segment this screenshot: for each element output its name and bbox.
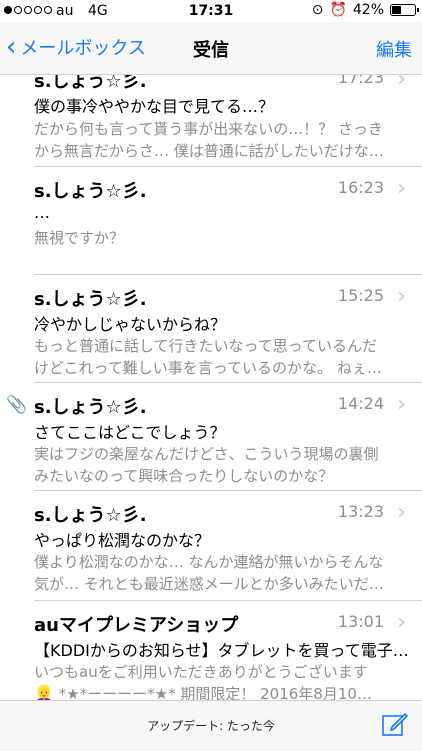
mail-subject: やっぱり松潤なのかな？ xyxy=(34,531,211,550)
mail-preview-line2: から無言だからさ… 僕は普通に話がしたいだけな… xyxy=(34,142,384,160)
mail-item[interactable]: s.しょう☆彡. 16:23 › … 無視ですか？ xyxy=(0,167,422,275)
mail-preview-line1: 実はフジの楽屋なんだけどさ、こういう現場の裏側 xyxy=(34,445,379,463)
chevron-right-icon: › xyxy=(397,392,406,417)
chevron-right-icon: › xyxy=(397,500,406,525)
chevron-right-icon: › xyxy=(397,610,406,635)
paperclip-icon: 📎 xyxy=(6,395,28,415)
emoji-icon: 👱‍♀️ xyxy=(34,684,54,700)
edit-button[interactable]: 編集 xyxy=(376,36,412,62)
bottom-toolbar: アップデート: たった今 xyxy=(0,700,422,751)
update-status: アップデート: たった今 xyxy=(147,719,275,733)
mail-preview-line1: だから何も言って貰う事が出来ないの…！？ さっき xyxy=(34,120,384,138)
mail-subject: 僕の事冷ややかな目で見てる…？ xyxy=(34,97,275,116)
mail-preview-line1: 無視ですか？ xyxy=(34,229,125,247)
mail-sender: auマイプレミアショップ xyxy=(34,615,239,636)
mail-subject: 【KDDIからのお知らせ】タブレットを買って電子… xyxy=(34,641,409,660)
battery-icon xyxy=(390,4,419,16)
mail-preview-line2: 気が… それとも最近迷惑メールとか多いみたいだ… xyxy=(34,575,384,593)
mail-subject: … xyxy=(34,203,50,222)
chevron-right-icon: › xyxy=(397,284,406,309)
mail-subject: さてここはどこでしょう？ xyxy=(34,423,226,442)
mail-preview-line2-row: 👱‍♀️ *★*ーーーー*★* 期間限定！ 2016年8月10… xyxy=(34,683,416,700)
compose-icon[interactable] xyxy=(382,711,408,737)
mail-sender: s.しょう☆彡. xyxy=(34,75,147,92)
mail-sender: s.しょう☆彡. xyxy=(34,289,147,310)
mail-item[interactable]: s.しょう☆彡. 13:23 › やっぱり松潤なのかな？ 僕より松潤なのかな… … xyxy=(0,491,422,601)
mail-subject: 冷やかしじゃないからね？ xyxy=(34,315,227,334)
alarm-icon: ⏰ xyxy=(329,2,347,18)
mail-preview-line1: 僕より松潤なのかな… なんか連絡が無いからそんな xyxy=(34,553,384,571)
status-bar: au 4G 17:31 ⊙ ⏰ 42% xyxy=(0,0,422,22)
mail-preview-line2: *★*ーーーー*★* 期間限定！ 2016年8月10… xyxy=(58,685,372,700)
orientation-lock-icon: ⊙ xyxy=(311,2,324,18)
mail-sender: s.しょう☆彡. xyxy=(34,397,147,418)
mail-preview-line1: もっと普通に話して行きたいなって思っているんだ xyxy=(34,337,378,355)
mail-list[interactable]: s.しょう☆彡. 17:23 › 僕の事冷ややかな目で見てる…？ だから何も言っ… xyxy=(0,75,422,700)
navigation-bar: ‹ メールボックス 受信 編集 xyxy=(0,22,422,75)
mail-item[interactable]: s.しょう☆彡. 17:23 › 僕の事冷ややかな目で見てる…？ だから何も言っ… xyxy=(0,75,422,167)
mail-sender: s.しょう☆彡. xyxy=(34,181,147,202)
page-title: 受信 xyxy=(193,40,229,61)
mail-item[interactable]: 📎 s.しょう☆彡. 14:24 › さてここはどこでしょう？ 実はフジの楽屋な… xyxy=(0,383,422,491)
mail-time: 13:01 xyxy=(337,612,384,631)
mail-time: 15:25 xyxy=(337,286,384,305)
mail-preview-line2: みたいなのって興味合ったりしないのかな？ xyxy=(34,467,334,485)
mail-item[interactable]: auマイプレミアショップ 13:01 › 【KDDIからのお知らせ】タブレットを… xyxy=(0,601,422,700)
mail-item[interactable]: s.しょう☆彡. 15:25 › 冷やかしじゃないからね？ もっと普通に話して行… xyxy=(0,275,422,383)
chevron-right-icon: › xyxy=(397,75,406,92)
battery-percent: 42% xyxy=(352,2,384,18)
mail-time: 13:23 xyxy=(337,502,384,521)
chevron-right-icon: › xyxy=(397,176,406,201)
mail-time: 17:23 xyxy=(337,75,384,87)
mail-time: 16:23 xyxy=(337,178,384,197)
mail-sender: s.しょう☆彡. xyxy=(34,505,147,526)
mail-time: 14:24 xyxy=(337,394,384,413)
mail-preview-line2: けどこれって難しい事を言っているのかな。 ねぇ… xyxy=(34,359,382,377)
mail-preview-line1: いつもauをご利用いただきありがとうございます xyxy=(34,663,368,681)
